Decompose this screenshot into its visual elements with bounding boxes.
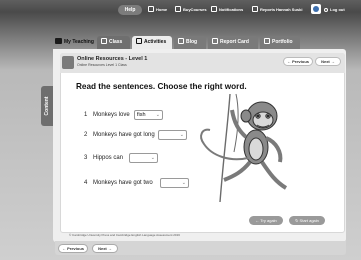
answer-select-4[interactable]: ⌄	[160, 178, 189, 188]
answer-select-3[interactable]: ⌄	[129, 153, 158, 163]
report-card-icon	[212, 38, 218, 44]
user-name[interactable]: Hannah Suski	[276, 6, 302, 14]
help-button[interactable]: Help	[118, 5, 142, 15]
tab-blog[interactable]: Blog	[174, 36, 206, 49]
blog-icon	[178, 38, 184, 44]
tab-class[interactable]: Class	[97, 36, 130, 49]
tab-portfolio[interactable]: Portfolio	[260, 36, 300, 49]
chevron-down-icon: ⌄	[179, 132, 184, 138]
tab-report-card[interactable]: Report Card	[208, 36, 258, 49]
teaching-icon	[55, 38, 62, 44]
activities-icon	[136, 38, 142, 44]
footer-next-button[interactable]: Next →	[92, 244, 118, 253]
bell-icon	[211, 6, 217, 12]
footer-previous-button[interactable]: ← Previous	[58, 244, 88, 253]
my-teaching-label[interactable]: My Teaching	[55, 38, 94, 45]
copyright-text: © Cambridge University Press and Cambrid…	[69, 233, 180, 237]
answer-select-2[interactable]: ⌄	[158, 130, 187, 140]
logout-link[interactable]: Log out	[324, 6, 345, 14]
reports-icon	[252, 6, 258, 12]
arrow-right-icon: →	[329, 59, 335, 64]
question-4: 4 Monkeys have got two	[84, 180, 153, 186]
arrow-right-icon: →	[106, 246, 112, 251]
next-button[interactable]: Next →	[315, 57, 341, 66]
question-3: 3 Hippos can	[84, 155, 124, 161]
question-1: 1 Monkeys love	[84, 112, 130, 118]
book-icon	[62, 56, 74, 69]
monkey-illustration	[200, 93, 288, 203]
home-link[interactable]: Home	[148, 6, 167, 14]
start-again-button[interactable]: ↻ Start again	[289, 216, 325, 225]
home-icon	[148, 6, 154, 12]
previous-button[interactable]: ← Previous	[283, 57, 313, 66]
tab-activities[interactable]: Activities	[132, 36, 172, 49]
chevron-down-icon: ⌄	[150, 155, 155, 161]
avatar[interactable]	[311, 4, 321, 14]
top-navigation: Help Home BuyCourses Notifications Repor…	[0, 0, 361, 22]
class-icon	[101, 38, 107, 44]
resource-subtitle: Online Resources Level 1 Class	[77, 63, 127, 67]
buy-courses-link[interactable]: BuyCourses	[175, 6, 207, 14]
question-2: 2 Monkeys have got long	[84, 132, 155, 138]
chevron-down-icon: ⌄	[181, 180, 186, 186]
notifications-link[interactable]: Notifications	[211, 6, 243, 14]
try-again-button[interactable]: ← Try again	[249, 216, 283, 225]
reports-link[interactable]: Reports	[252, 6, 275, 14]
answer-select-1[interactable]: fish ⌄	[134, 110, 163, 120]
portfolio-icon	[264, 38, 270, 44]
content-side-tab[interactable]: Content	[41, 86, 53, 126]
chevron-down-icon: ⌄	[155, 112, 160, 118]
power-icon	[324, 8, 328, 12]
instruction-text: Read the sentences. Choose the right wor…	[76, 82, 247, 91]
cart-icon	[175, 6, 181, 12]
resource-title: Online Resources - Level 1	[77, 56, 148, 62]
